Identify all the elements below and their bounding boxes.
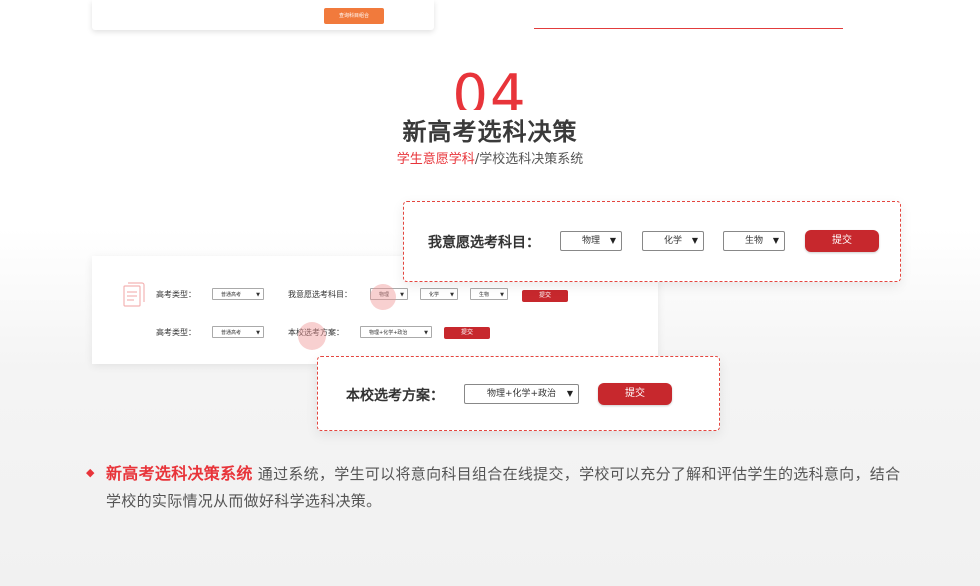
subject-value: 生物 [744,236,763,246]
exam-type-label: 高考类型： [156,290,196,299]
subject-value: 生物 [479,292,490,298]
dropdown-arrow-icon: ▼ [450,292,454,298]
focus-highlight-dot [298,322,326,350]
dropdown-arrow-icon: ▼ [256,292,260,298]
section-subtitle: 学生意愿学科/学校选科决策系统 [290,148,690,167]
exam-type-value: 普通高考 [221,292,242,298]
query-subject-combination-button[interactable]: 查询科目组合 [324,8,384,24]
popup-plan-select[interactable]: 物理+化学+政治 ▼ [464,384,579,404]
section-title: 新高考选科决策 [402,118,578,146]
school-plan-value: 物理+化学+政治 [369,330,408,336]
dropdown-arrow-icon: ▼ [566,389,573,398]
dropdown-arrow-icon: ▼ [424,330,428,336]
previous-section-divider [534,28,843,29]
popup-submit-plan-button[interactable]: 提交 [598,383,672,405]
submit-subjects-button[interactable]: 提交 [522,290,568,302]
intended-subjects-label: 我意愿选考科目： [288,290,352,299]
popup-subject-select-2[interactable]: 化学 ▼ [642,231,704,251]
subtitle-rest: /学校选科决策系统 [474,152,584,167]
dropdown-arrow-icon: ▼ [772,236,779,245]
diamond-bullet-icon: ◆ [86,466,95,479]
dropdown-arrow-icon: ▼ [256,330,260,336]
dropdown-arrow-icon: ▼ [609,236,616,245]
subject-value: 化学 [663,236,682,246]
document-icon [122,282,146,312]
previous-section-card: 查询科目组合 [92,0,434,30]
popup-submit-subjects-button[interactable]: 提交 [805,230,879,252]
exam-type-label: 高考类型： [156,328,196,337]
zoom-popup-subjects: 我意愿选考科目： 物理 ▼ 化学 ▼ 生物 ▼ 提交 [403,201,901,282]
popup-plan-label: 本校选考方案： [346,388,444,404]
dropdown-arrow-icon: ▼ [500,292,504,298]
school-plan-select[interactable]: 物理+化学+政治 ▼ [360,326,432,338]
popup-subject-select-1[interactable]: 物理 ▼ [560,231,622,251]
popup-subjects-label: 我意愿选考科目： [428,235,540,251]
zoom-popup-plan: 本校选考方案： 物理+化学+政治 ▼ 提交 [317,356,720,431]
subtitle-highlight: 学生意愿学科 [396,152,475,167]
exam-type-select[interactable]: 普通高考 ▼ [212,288,264,300]
subject-value: 物理 [581,236,600,246]
dropdown-arrow-icon: ▼ [400,292,404,298]
section-number: 04 [452,64,528,110]
subject-select-2[interactable]: 化学 ▼ [420,288,458,300]
subject-select-3[interactable]: 生物 ▼ [470,288,508,300]
description-text: 新高考选科决策系统 通过系统，学生可以将意向科目组合在线提交，学校可以充分了解和… [106,460,906,515]
dropdown-arrow-icon: ▼ [691,236,698,245]
focus-highlight-dot [370,284,396,310]
popup-subject-select-3[interactable]: 生物 ▼ [723,231,785,251]
description-highlight: 新高考选科决策系统 [106,464,253,483]
exam-type-value: 普通高考 [221,330,242,336]
exam-type-select[interactable]: 普通高考 ▼ [212,326,264,338]
submit-plan-button[interactable]: 提交 [444,327,490,339]
subject-value: 化学 [429,292,440,298]
school-plan-value: 物理+化学+政治 [486,389,557,399]
